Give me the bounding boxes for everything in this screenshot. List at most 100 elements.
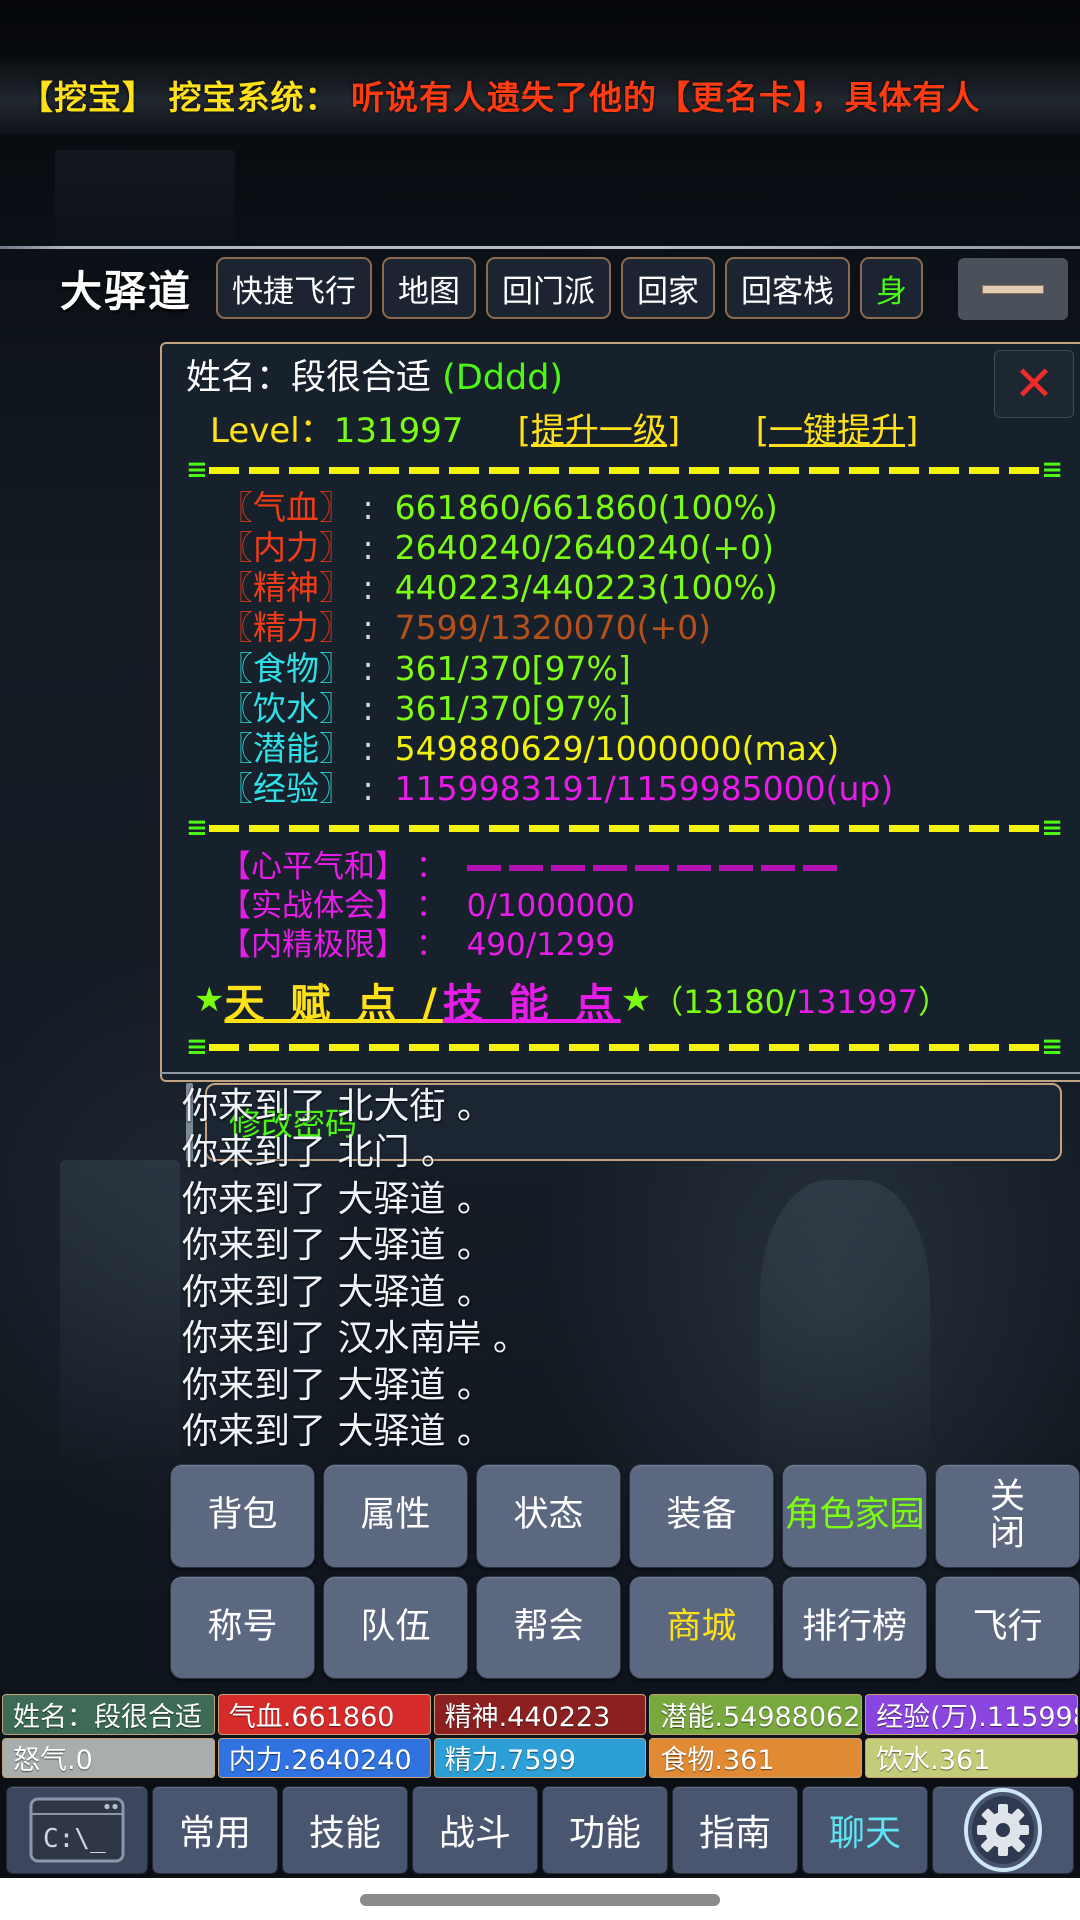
extra-sep: ： [406, 887, 447, 924]
svg-text:C:\_: C:\_ [43, 1824, 106, 1854]
log-line: 你来到了 大驿道 。 [182, 1271, 493, 1313]
nav-button-return-inn[interactable]: 回客栈 [725, 257, 851, 319]
status-chip-potential[interactable]: 潜能.549880629 [649, 1694, 863, 1735]
divider-cap-right: ≡ [1041, 813, 1063, 844]
building-silhouette [55, 150, 235, 250]
extra-value: 0/1000000 [466, 887, 635, 924]
stat-sep: : [352, 648, 395, 688]
grid-button-ranking[interactable]: 排行榜 [782, 1575, 927, 1679]
close-panel-button[interactable]: ✕ [994, 350, 1074, 418]
toolbar-button-combat[interactable]: 战斗 [412, 1786, 538, 1874]
stat-value: 361/370[97%] [394, 688, 631, 728]
announcement-system-label: 挖宝系统： [168, 78, 339, 117]
slash: / [785, 982, 796, 1021]
stat-row-energy: 〖精力〗 : 7599/1320070(+0) [220, 608, 1062, 648]
grid-button-mall[interactable]: 商城 [629, 1575, 774, 1679]
status-chip-food[interactable]: 食物.361 [649, 1737, 863, 1778]
paren-close: ） [917, 982, 950, 1021]
talent-skill-points-row[interactable]: ★ 天 赋 点 / 技 能 点 ★ （13180/131997） [186, 971, 1062, 1029]
settings-button[interactable] [932, 1786, 1074, 1874]
extra-key: 【实战体会】 [220, 887, 406, 924]
stat-sep: : [352, 487, 395, 527]
status-chip-anger[interactable]: 怒气.0 [2, 1737, 215, 1778]
one-key-upgrade-link[interactable]: [一键提升] [756, 411, 919, 451]
divider-cap-left: ≡ [186, 813, 208, 844]
stat-value: 2640240/2640240(+0) [394, 527, 775, 567]
name-alias: (Dddd) [442, 358, 564, 398]
extra-dash-bar [466, 865, 837, 872]
stat-sep: : [352, 769, 395, 809]
grid-button-team[interactable]: 队伍 [323, 1575, 468, 1679]
stat-row-experience: 〖经验〗 : 1159983191/1159985000(up) [220, 769, 1062, 809]
announcement-banner[interactable]: 【挖宝】 挖宝系统： 听说有人遗失了他的【更名卡】，具体有人 [0, 56, 1080, 134]
stat-value: 361/370[97%] [394, 648, 631, 688]
stat-key: 〖精力〗 [220, 608, 352, 648]
status-chip-name[interactable]: 姓名：段很合适 [2, 1694, 215, 1735]
talent-points-values: （13180/131997） [651, 977, 950, 1023]
level-label: Level： [210, 410, 334, 451]
grid-button-role-home[interactable]: 角色家园 [782, 1464, 927, 1568]
level-up-link[interactable]: [提升一级] [518, 411, 681, 451]
status-chip-energy[interactable]: 精力.7599 [433, 1737, 647, 1778]
talent-points-value: 13180 [683, 982, 786, 1021]
divider-dashes [208, 467, 1040, 475]
nav-button-return-home[interactable]: 回家 [621, 257, 716, 319]
announcement-tag: 【挖宝】 [20, 78, 156, 117]
log-line: 你来到了 北大街 。 [182, 1086, 493, 1127]
log-line: 你来到了 汉水南岸 。 [182, 1318, 529, 1360]
message-log[interactable]: 你来到了 北大街 。 你来到了 北门 。 你来到了 大驿道 。 你来到了 大驿道… [160, 1072, 1080, 1452]
stat-value: 7599/1320070(+0) [394, 608, 712, 648]
grid-button-fly[interactable]: 飞行 [935, 1575, 1080, 1679]
grid-button-attributes[interactable]: 属性 [323, 1464, 468, 1568]
toolbar-button-guide[interactable]: 指南 [672, 1786, 798, 1874]
extra-row-calm: 【心平气和】 ： [220, 848, 1062, 887]
toolbar-button-skills[interactable]: 技能 [282, 1786, 408, 1874]
toolbar-button-functions[interactable]: 功能 [542, 1786, 668, 1874]
grid-button-guild[interactable]: 帮会 [476, 1575, 621, 1679]
command-button-grid: 背包 属性 状态 装备 角色家园 关闭 称号 队伍 帮会 商城 排行榜 飞行 [170, 1464, 1080, 1679]
page-title: 大驿道 [60, 266, 193, 316]
name-label: 姓名： [186, 358, 292, 398]
stat-key: 〖经验〗 [220, 769, 352, 809]
status-chip-bar: 姓名：段很合适 气血.661860 精神.440223 潜能.549880629… [0, 1694, 1080, 1778]
grid-button-title[interactable]: 称号 [170, 1575, 315, 1679]
status-chip-water[interactable]: 饮水.361 [865, 1737, 1078, 1778]
log-line: 你来到了 大驿道 。 [182, 1178, 493, 1220]
status-chip-spirit[interactable]: 精神.440223 [433, 1694, 647, 1735]
home-indicator[interactable] [360, 1894, 720, 1906]
talent-points-link[interactable]: 天 赋 点 / [224, 971, 442, 1029]
status-chip-hp[interactable]: 气血.661860 [217, 1694, 431, 1735]
nav-button-overflow[interactable]: 身 [860, 257, 924, 319]
extra-row-inner-limit: 【内精极限】 ： 490/1299 [220, 926, 1062, 965]
toolbar-button-chat[interactable]: 聊天 [802, 1786, 928, 1874]
status-chip-experience[interactable]: 经验(万).115998 [865, 1694, 1078, 1735]
system-nav-area [0, 1878, 1080, 1920]
status-chip-mp[interactable]: 内力.2640240 [217, 1737, 431, 1778]
log-line: 你来到了 大驿道 。 [182, 1411, 493, 1453]
skill-points-link[interactable]: 技 能 点 [443, 971, 621, 1029]
stat-sep: : [352, 568, 395, 608]
collapse-panel-button[interactable] [958, 258, 1068, 320]
grid-button-status[interactable]: 状态 [476, 1464, 621, 1568]
log-line: 你来到了 大驿道 。 [182, 1225, 493, 1267]
grid-button-close[interactable]: 关闭 [935, 1464, 1080, 1568]
stat-key: 〖潜能〗 [220, 729, 352, 769]
console-button[interactable]: C:\_ [6, 1786, 148, 1874]
stat-key: 〖气血〗 [220, 487, 352, 527]
bottom-toolbar: C:\_ 常用 技能 战斗 功能 指南 聊天 [0, 1782, 1080, 1878]
nav-button-quick-fly[interactable]: 快捷飞行 [216, 257, 373, 319]
nav-button-map[interactable]: 地图 [382, 257, 477, 319]
log-line: 你来到了 大驿道 。 [182, 1364, 493, 1406]
minus-icon [982, 284, 1044, 294]
toolbar-button-common[interactable]: 常用 [152, 1786, 278, 1874]
nav-button-return-sect[interactable]: 回门派 [486, 257, 612, 319]
stat-key: 〖食物〗 [220, 648, 352, 688]
stat-row-potential: 〖潜能〗 : 549880629/1000000(max) [220, 729, 1062, 769]
stat-row-water: 〖饮水〗 : 361/370[97%] [220, 689, 1062, 729]
character-level-row: Level：131997 [提升一级] [一键提升] [186, 403, 1062, 452]
stat-sep: : [352, 527, 395, 567]
stat-key: 〖精神〗 [220, 568, 352, 608]
name-value: 段很合适 [291, 358, 432, 398]
grid-button-equipment[interactable]: 装备 [629, 1464, 774, 1568]
grid-button-backpack[interactable]: 背包 [170, 1464, 315, 1568]
